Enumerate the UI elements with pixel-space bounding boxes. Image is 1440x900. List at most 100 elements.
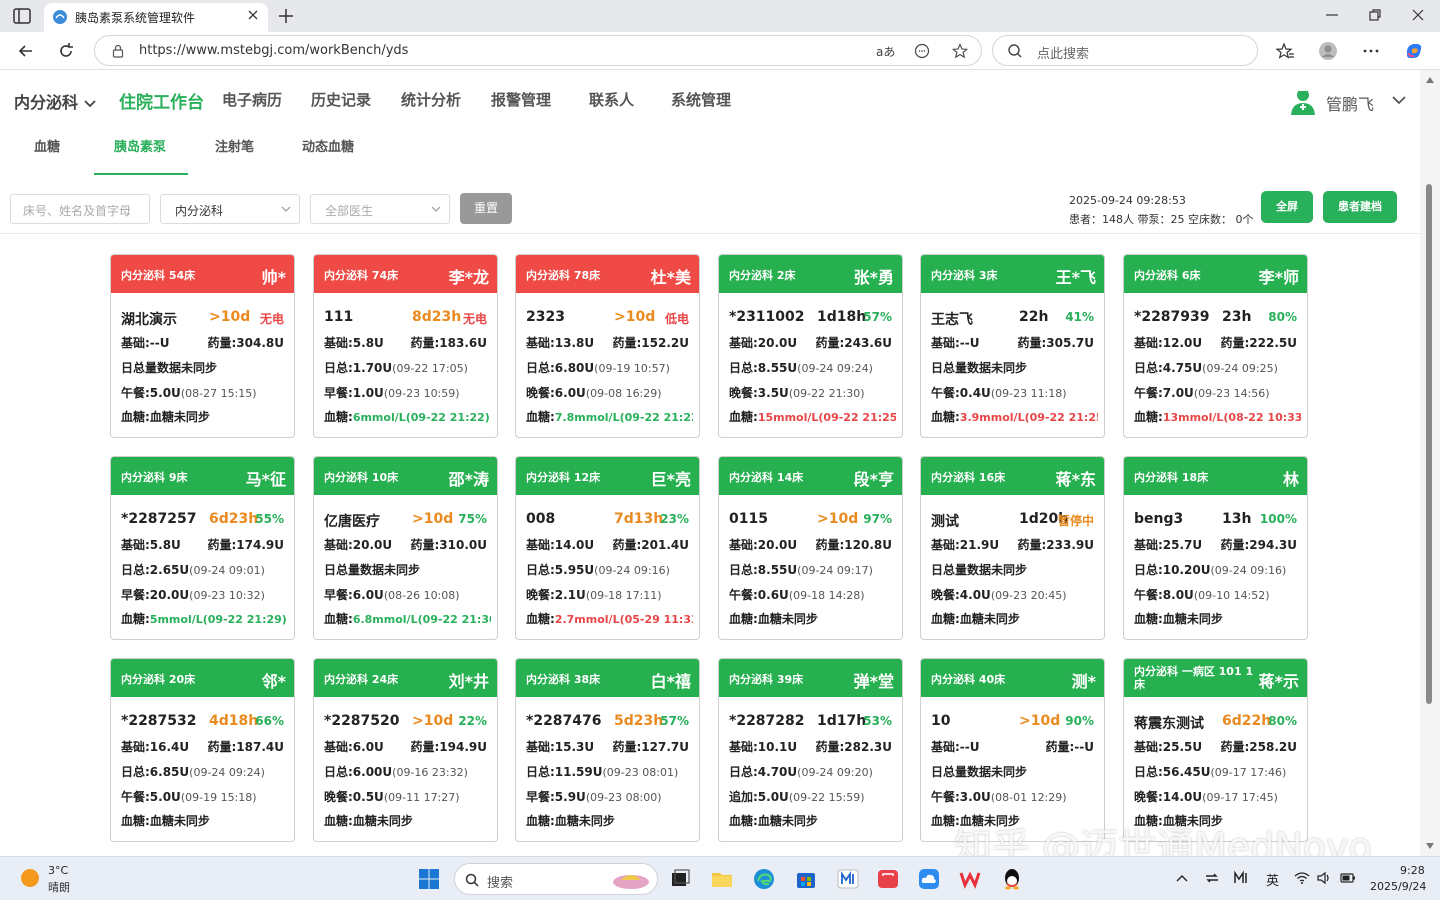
drug-remaining: 药量:304.8U bbox=[207, 336, 284, 350]
patient-card[interactable]: 内分泌科 54床 帅* 湖北演示 >10d 无电 基础:--U 药量:304.8U 日总量数据… bbox=[110, 254, 295, 438]
patient-id: 111 bbox=[324, 309, 354, 325]
patient-card[interactable]: 内分泌科 12床 巨*亮 008 7d13h 23% 基础:14.0U 药量:201.4U 日… bbox=[515, 456, 700, 640]
fullscreen-button[interactable]: 全屏 bbox=[1261, 191, 1313, 223]
nav-alarms[interactable]: 报警管理 bbox=[491, 89, 551, 110]
favorite-star-icon[interactable] bbox=[952, 43, 968, 59]
profile-avatar-icon[interactable] bbox=[1318, 41, 1338, 61]
glucose-label: 血糖: bbox=[526, 612, 555, 626]
patient-card[interactable]: 内分泌科 16床 蒋*东 测试 1d20h 暂停中 基础:21.9U 药量:233.9U 日总… bbox=[920, 456, 1105, 640]
wear-duration: >10d bbox=[412, 713, 454, 729]
copilot-icon[interactable] bbox=[1404, 41, 1424, 61]
nav-inpatient-workbench[interactable]: 住院工作台 bbox=[119, 88, 204, 113]
card-header: 内分泌科 78床 杜*美 bbox=[516, 255, 699, 293]
favorites-icon[interactable] bbox=[1275, 41, 1295, 61]
new-tab-icon[interactable] bbox=[276, 6, 296, 26]
patient-card[interactable]: 内分泌科 40床 测* 10 >10d 90% 基础:--U 药量:--U 日总量数据未同步午… bbox=[920, 658, 1105, 842]
patient-card[interactable]: 内分泌科 20床 邻* *2287532 4d18h 66% 基础:16.4U 药量:187… bbox=[110, 658, 295, 842]
emoji-icon[interactable] bbox=[914, 43, 930, 59]
daily-total-line: 日总:11.59U(09-23 08:01) bbox=[526, 763, 693, 780]
file-explorer-icon[interactable] bbox=[710, 867, 734, 891]
app-viewport: 内分泌科 住院工作台 电子病历 历史记录 统计分析 报警管理 联系人 系统管理 … bbox=[0, 70, 1420, 856]
basal-dose: 基础:20.0U bbox=[729, 538, 798, 552]
edge-browser-icon[interactable] bbox=[752, 867, 776, 891]
patient-card[interactable]: 内分泌科 38床 白*禧 *2287476 5d23h 57% 基础:15.3U 药量:12… bbox=[515, 658, 700, 842]
patient-card[interactable]: 内分泌科 78床 杜*美 2323 >10d 低电 基础:13.8U 药量:152.2U 日总… bbox=[515, 254, 700, 438]
patient-card[interactable]: 内分泌科 14床 段*亨 0115 >10d 97% 基础:20.0U 药量:120.8U 日… bbox=[718, 456, 903, 640]
mail-app-icon[interactable] bbox=[836, 867, 860, 891]
bed-label: 内分泌科 10床 bbox=[324, 471, 399, 484]
language-indicator[interactable]: 英 bbox=[1266, 870, 1279, 889]
nav-statistics[interactable]: 统计分析 bbox=[401, 89, 461, 110]
nav-history[interactable]: 历史记录 bbox=[311, 89, 371, 110]
close-window-icon[interactable] bbox=[1410, 7, 1426, 23]
active-tab-indicator bbox=[94, 173, 188, 175]
patient-card[interactable]: 内分泌科 2床 张*勇 *2311002 1d18h 57% 基础:20.0U 药量:243… bbox=[718, 254, 903, 438]
sync-icon[interactable] bbox=[1204, 870, 1220, 886]
card-header: 内分泌科 18床 林 bbox=[1124, 457, 1307, 495]
sidebar-toggle-icon[interactable] bbox=[10, 6, 34, 26]
reset-button[interactable]: 重置 bbox=[460, 193, 512, 224]
taskbar-search[interactable]: 搜索 bbox=[454, 863, 658, 895]
glucose-line: 血糖:血糖未同步 bbox=[526, 812, 693, 829]
dept-select[interactable]: 内分泌科 bbox=[160, 194, 300, 224]
patient-card[interactable]: 内分泌科 3床 王*飞 王志飞 22h 41% 基础:--U 药量:305.7U 日总量数据未… bbox=[920, 254, 1105, 438]
patient-card[interactable]: 内分泌科 74床 李*龙 111 8d23h 无电 基础:5.8U 药量:183.6U 日总:… bbox=[313, 254, 498, 438]
battery-status: 55% bbox=[255, 512, 284, 526]
scroll-down-icon[interactable] bbox=[1425, 842, 1435, 850]
patient-card[interactable]: 内分泌科 10床 邵*涛 亿唐医疗 >10d 75% 基础:20.0U 药量:310.0U 日… bbox=[313, 456, 498, 640]
daily-total-time: (09-24 09:17) bbox=[797, 564, 873, 577]
basal-dose: 基础:5.8U bbox=[324, 336, 384, 350]
lock-icon[interactable] bbox=[111, 44, 125, 58]
patient-search-input[interactable]: 床号、姓名及首字母 bbox=[10, 194, 150, 224]
sun-weather-icon[interactable] bbox=[20, 868, 40, 888]
url-field[interactable]: https://www.mstebgj.com/workBench/yds aあ bbox=[94, 35, 982, 66]
read-aloud-icon[interactable]: aあ bbox=[876, 43, 895, 59]
card-header: 内分泌科 6床 李*师 bbox=[1124, 255, 1307, 293]
more-menu-icon[interactable] bbox=[1361, 41, 1381, 61]
refresh-icon[interactable] bbox=[56, 41, 76, 61]
browser-tab[interactable]: 胰岛素泵系统管理软件 bbox=[44, 3, 268, 32]
chevron-up-icon[interactable] bbox=[1174, 870, 1190, 886]
create-patient-button[interactable]: 患者建档 bbox=[1323, 191, 1397, 223]
store-icon[interactable] bbox=[794, 867, 818, 891]
battery-icon[interactable] bbox=[1340, 870, 1356, 886]
task-view-icon[interactable] bbox=[668, 867, 692, 891]
qq-icon[interactable] bbox=[1000, 867, 1024, 891]
back-icon[interactable] bbox=[16, 41, 36, 61]
tab-insulin-pump[interactable]: 胰岛素泵 bbox=[114, 136, 166, 155]
nav-system[interactable]: 系统管理 bbox=[671, 89, 731, 110]
glucose-line: 血糖:血糖未同步 bbox=[729, 812, 896, 829]
wps-office-icon[interactable] bbox=[958, 867, 982, 891]
cloud-app-icon[interactable] bbox=[917, 867, 941, 891]
tab-cgm[interactable]: 动态血糖 bbox=[302, 136, 354, 155]
nav-contacts[interactable]: 联系人 bbox=[589, 89, 634, 110]
bolus-time: (09-23 10:32) bbox=[189, 589, 265, 602]
tab-blood-glucose[interactable]: 血糖 bbox=[34, 136, 60, 155]
glucose-label: 血糖: bbox=[121, 612, 150, 626]
huawei-app-icon[interactable] bbox=[876, 867, 900, 891]
volume-icon[interactable] bbox=[1316, 870, 1332, 886]
patient-card[interactable]: 内分泌科 一病区 101 1床 蒋*示 蒋震东测试 6d22h 80% 基础:25.5U 药… bbox=[1123, 658, 1308, 842]
patient-card[interactable]: 内分泌科 39床 弹*堂 *2287282 1d17h 53% 基础:10.1U 药量:28… bbox=[718, 658, 903, 842]
input-method-icon[interactable] bbox=[1233, 870, 1249, 886]
card-header: 内分泌科 16床 蒋*东 bbox=[921, 457, 1104, 495]
scrollbar-thumb[interactable] bbox=[1426, 184, 1432, 704]
browser-search-field[interactable]: 点此搜索 bbox=[992, 35, 1258, 66]
patient-card[interactable]: 内分泌科 9床 马*征 *2287257 6d23h 55% 基础:5.8U 药量:174.… bbox=[110, 456, 295, 640]
close-tab-icon[interactable] bbox=[246, 8, 260, 22]
doctor-select[interactable]: 全部医生 bbox=[310, 194, 450, 224]
patient-id: *2311002 bbox=[729, 309, 805, 325]
minimize-icon[interactable] bbox=[1324, 7, 1340, 23]
page-scrollbar[interactable] bbox=[1420, 70, 1440, 856]
dept-switcher[interactable]: 内分泌科 bbox=[14, 89, 96, 113]
patient-card[interactable]: 内分泌科 24床 刘*井 *2287520 >10d 22% 基础:6.0U 药量:194.… bbox=[313, 658, 498, 842]
tab-injection-pen[interactable]: 注射笔 bbox=[215, 136, 254, 155]
glucose-line: 血糖:血糖未同步 bbox=[121, 408, 288, 425]
scroll-up-icon[interactable] bbox=[1425, 76, 1435, 84]
nav-emr[interactable]: 电子病历 bbox=[222, 89, 282, 110]
restore-icon[interactable] bbox=[1367, 7, 1383, 23]
windows-start-icon[interactable] bbox=[418, 868, 440, 890]
patient-card[interactable]: 内分泌科 18床 林 beng3 13h 100% 基础:25.7U 药量:294.3U 日总… bbox=[1123, 456, 1308, 640]
wifi-icon[interactable] bbox=[1294, 870, 1310, 886]
patient-card[interactable]: 内分泌科 6床 李*师 *2287939 23h 80% 基础:12.0U 药量:222.5… bbox=[1123, 254, 1308, 438]
